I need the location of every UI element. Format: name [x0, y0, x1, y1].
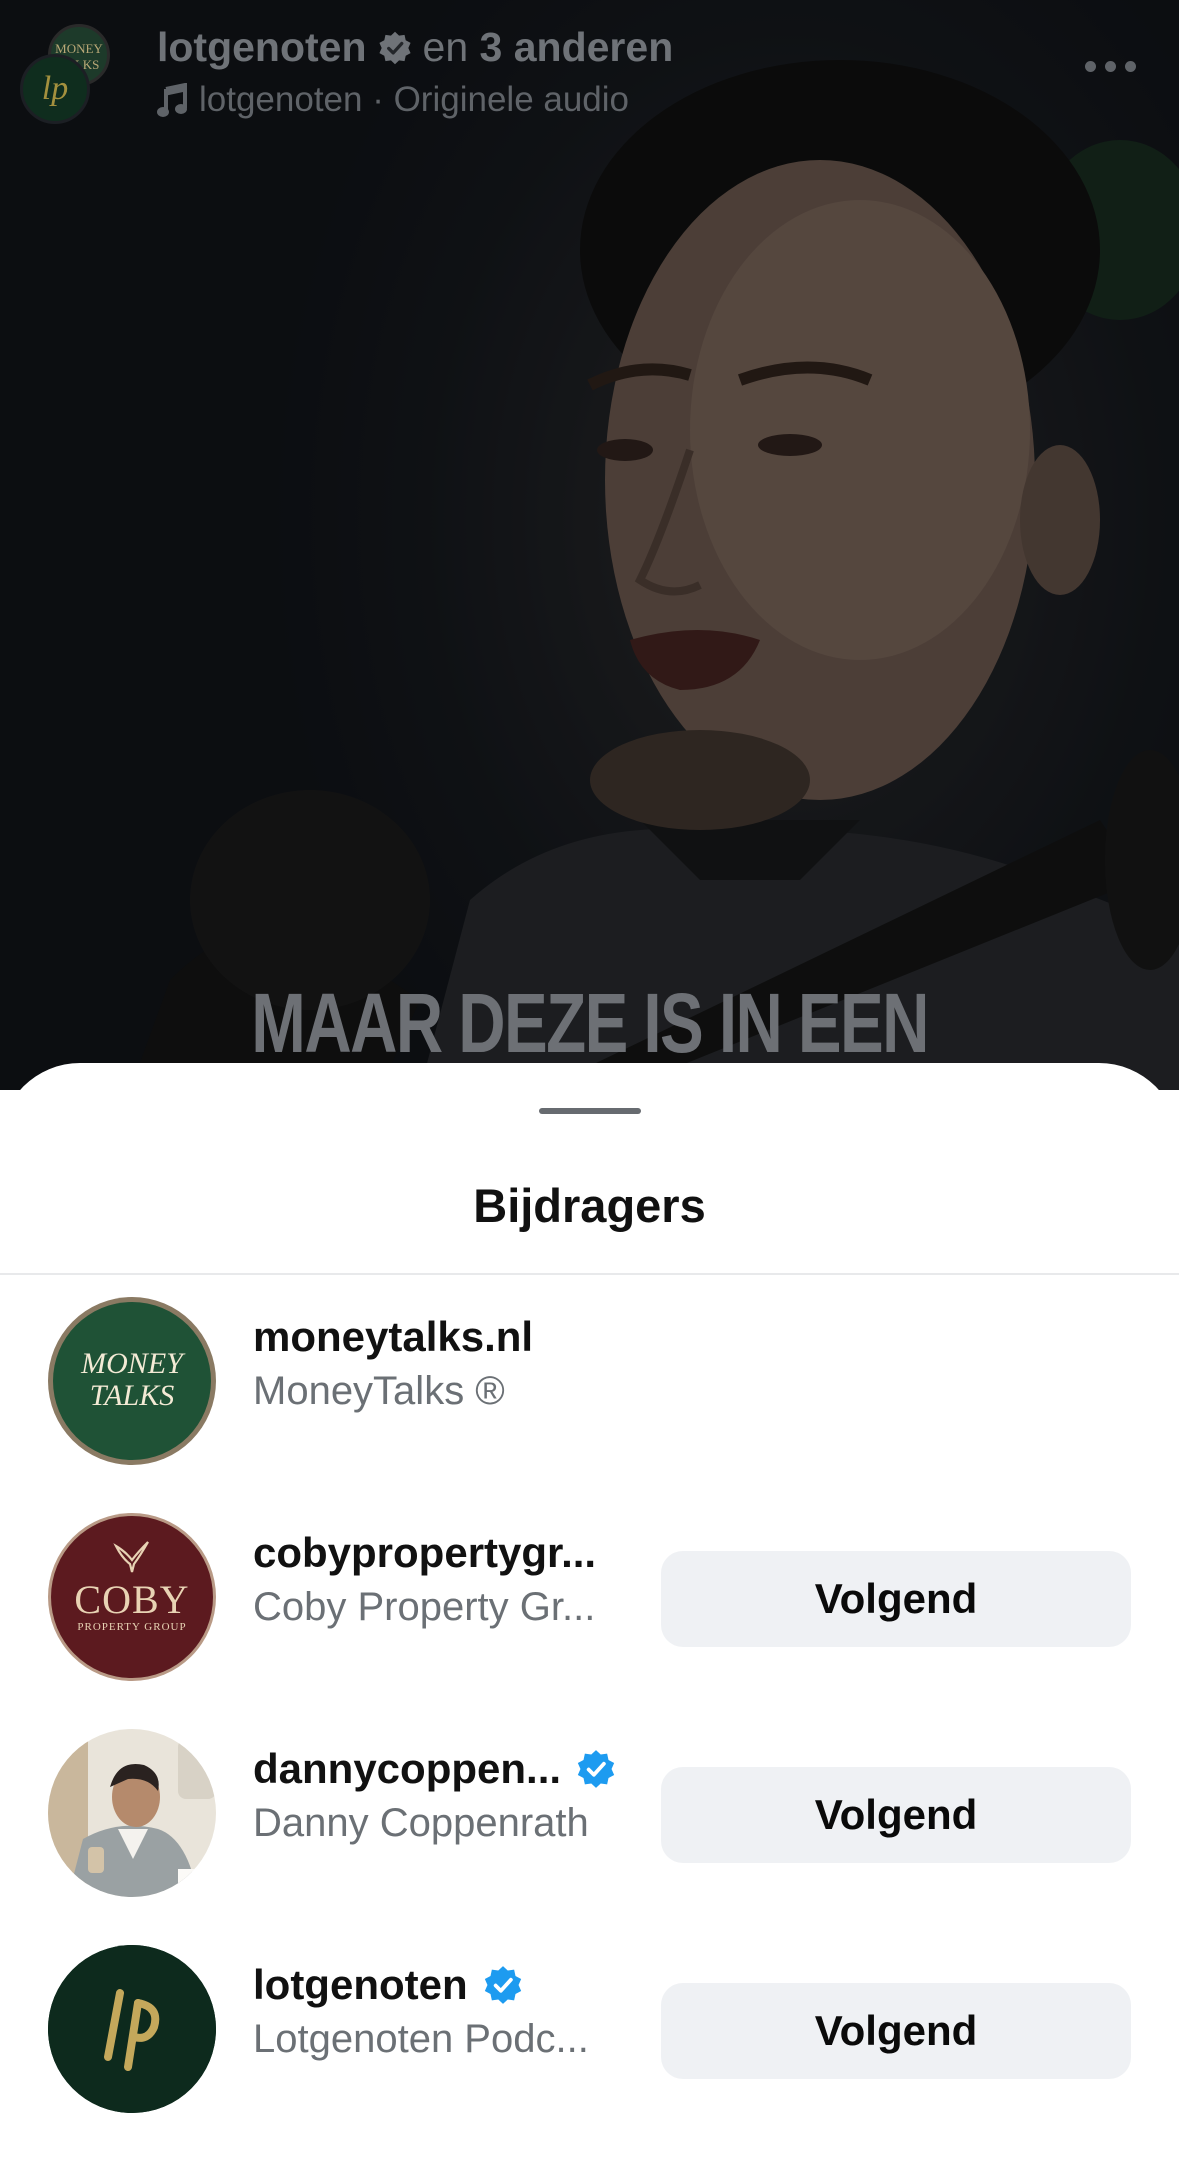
contributor-row-danny[interactable]: dannycoppen... Danny Coppenrath Volgend: [0, 1729, 1179, 1899]
sheet-divider: [0, 1273, 1179, 1275]
contributor-fullname: Lotgenoten Podc...: [253, 2017, 589, 2061]
reel-author-name[interactable]: lotgenoten: [157, 24, 367, 71]
collab-others[interactable]: en 3 anderen: [423, 24, 674, 71]
following-button[interactable]: Volgend: [661, 1983, 1131, 2079]
reel-video[interactable]: MONEY TALKS lp lotgenoten en 3 anderen l…: [0, 0, 1179, 1090]
contributor-username-line[interactable]: lotgenoten: [253, 1959, 589, 2011]
contributor-username[interactable]: lotgenoten: [253, 1961, 468, 2009]
coby-logo-subtext: PROPERTY GROUP: [77, 1621, 187, 1633]
contributor-names[interactable]: cobypropertygr... Coby Property Gr...: [253, 1527, 596, 1630]
sheet-title: Bijdragers: [473, 1179, 706, 1232]
contributor-fullname: MoneyTalks ®: [253, 1369, 505, 1413]
following-button[interactable]: Volgend: [661, 1551, 1131, 1647]
contributor-row-lotgenoten[interactable]: lotgenoten Lotgenoten Podc... Volgend: [0, 1945, 1179, 2115]
contributor-fullname: Danny Coppenrath: [253, 1801, 589, 1845]
collab-count: 3 anderen: [479, 24, 674, 70]
reel-audio-text: lotgenoten · Originele audio: [199, 80, 630, 119]
video-dim-overlay: [0, 0, 1179, 1090]
contributor-names[interactable]: dannycoppen... Danny Coppenrath: [253, 1743, 617, 1846]
contributor-username[interactable]: dannycoppen...: [253, 1745, 561, 1793]
sheet-grabber-handle[interactable]: [539, 1108, 641, 1114]
moneytalks-logo-line1: MONEY: [81, 1347, 183, 1380]
music-note-icon: [157, 83, 187, 117]
moneytalks-logo-line2: TALKS: [89, 1379, 175, 1412]
following-button[interactable]: Volgend: [661, 1767, 1131, 1863]
collab-prefix: en: [422, 24, 469, 70]
danny-profile-photo: [48, 1729, 216, 1897]
verified-badge-icon: [577, 1750, 615, 1788]
reel-author-avatar-stack[interactable]: MONEY TALKS lp: [20, 24, 116, 124]
lotgenoten-mini-avatar: lp: [20, 54, 90, 124]
more-options-icon[interactable]: [1085, 56, 1145, 76]
verified-badge-icon: [484, 1966, 521, 2004]
avatar-dannycoppenrath[interactable]: [48, 1729, 216, 1897]
contributor-username[interactable]: cobypropertygr...: [253, 1527, 596, 1579]
contributor-row-moneytalks[interactable]: MONEY TALKS moneytalks.nl MoneyTalks ®: [0, 1297, 1179, 1467]
contributor-username-line[interactable]: dannycoppen...: [253, 1743, 617, 1795]
avatar-moneytalks[interactable]: MONEY TALKS: [48, 1297, 216, 1465]
reel-author-line[interactable]: lotgenoten en 3 anderen: [157, 24, 673, 71]
avatar-lotgenoten[interactable]: [48, 1945, 216, 2113]
contributor-names[interactable]: lotgenoten Lotgenoten Podc...: [253, 1959, 589, 2062]
coby-logo-text: COBY: [74, 1577, 190, 1622]
reel-audio-line[interactable]: lotgenoten · Originele audio: [157, 80, 629, 120]
reel-header: MONEY TALKS lp lotgenoten en 3 anderen l…: [0, 0, 1179, 150]
hummingbird-logo-icon: [113, 1541, 149, 1573]
lotgenoten-logo-icon: [48, 1945, 216, 2113]
contributor-username[interactable]: moneytalks.nl: [253, 1311, 533, 1363]
video-caption: MAAR DEZE IS IN EEN: [251, 976, 929, 1070]
contributors-sheet: Bijdragers MONEY TALKS moneytalks.nl Mon…: [0, 1063, 1179, 2171]
avatar-coby[interactable]: COBY PROPERTY GROUP: [48, 1513, 216, 1681]
contributor-fullname: Coby Property Gr...: [253, 1585, 596, 1629]
contributor-names[interactable]: moneytalks.nl MoneyTalks ®: [253, 1311, 533, 1414]
contributor-row-coby[interactable]: COBY PROPERTY GROUP cobypropertygr... Co…: [0, 1513, 1179, 1683]
verified-badge-icon: [378, 31, 411, 64]
